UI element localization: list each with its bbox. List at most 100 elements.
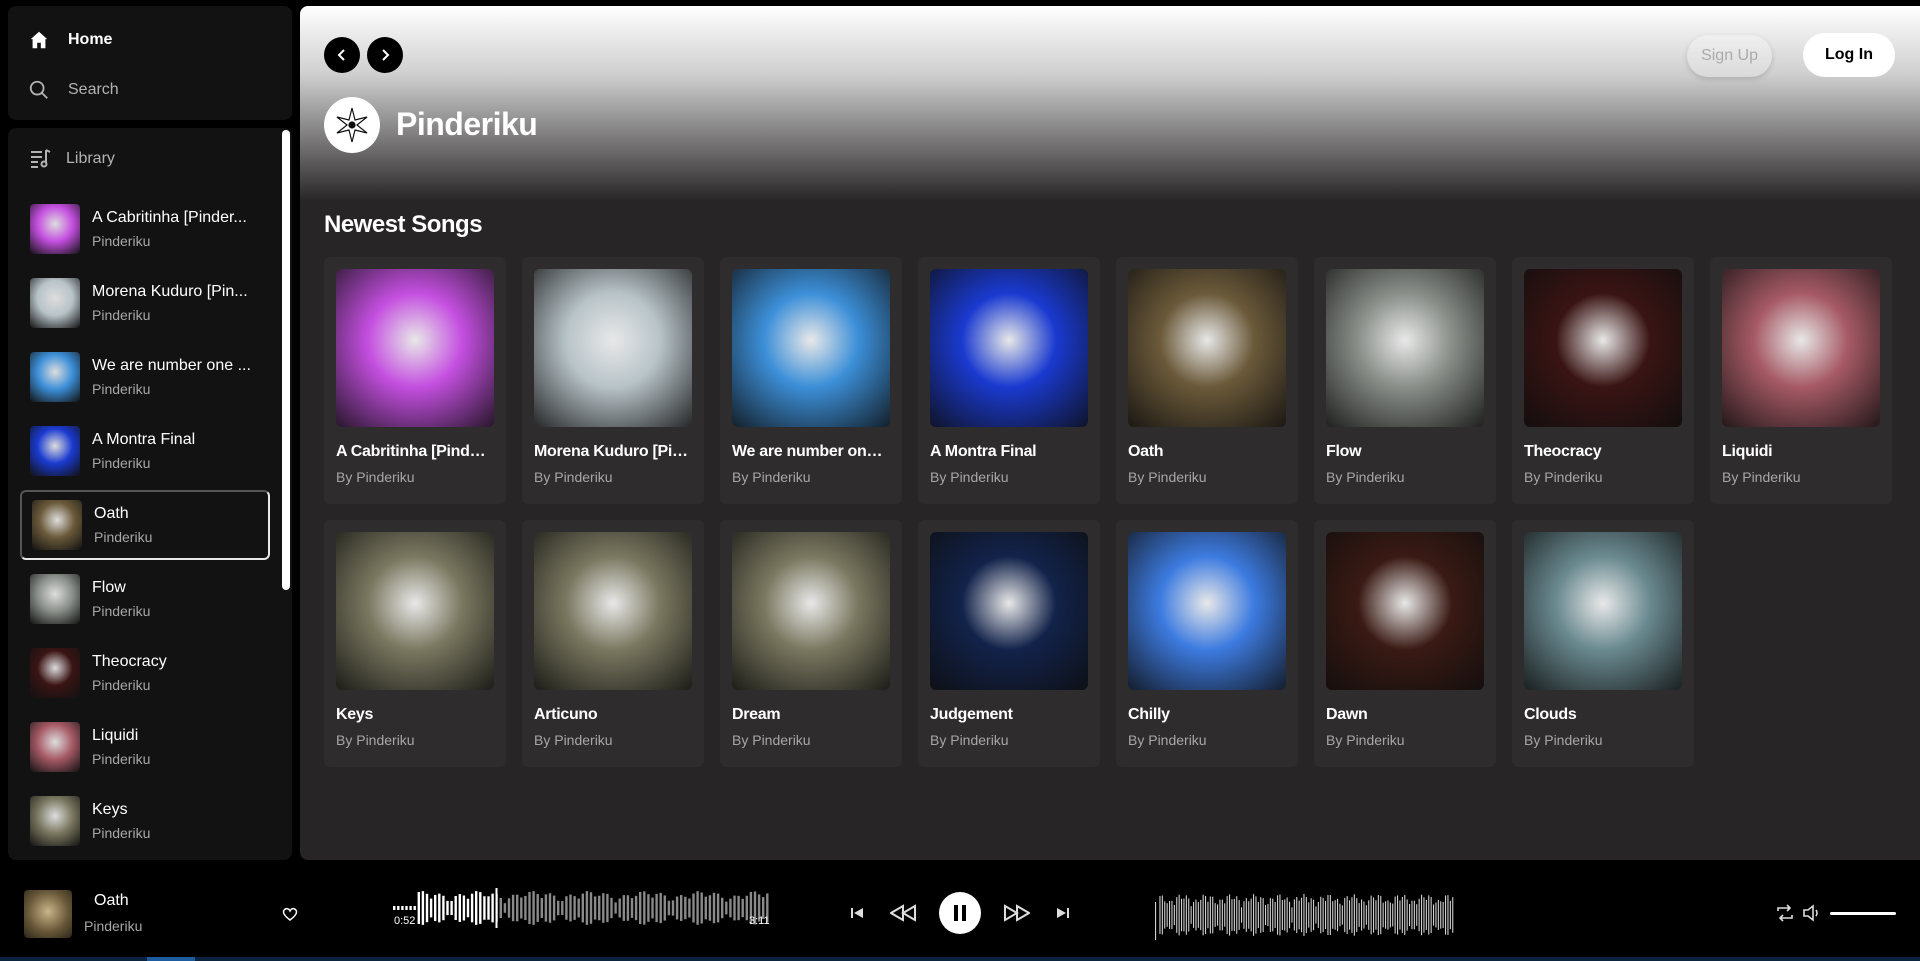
fast-forward-button[interactable] xyxy=(1003,900,1031,926)
back-button[interactable] xyxy=(324,37,360,73)
waveform-bar xyxy=(434,894,437,922)
waveform-bar xyxy=(573,896,576,920)
visualizer-bar xyxy=(1430,897,1432,933)
visualizer-bar xyxy=(1277,895,1279,935)
song-card[interactable]: Articuno By Pinderiku xyxy=(522,520,704,767)
waveform-bar xyxy=(528,891,531,925)
waveform-bar xyxy=(413,906,416,910)
rewind-button[interactable] xyxy=(889,900,917,926)
skip-end-button[interactable] xyxy=(1055,900,1071,926)
nav-home[interactable]: Home xyxy=(28,24,272,56)
waveform-bar xyxy=(622,895,625,921)
song-card-artist: By Pinderiku xyxy=(534,469,613,485)
song-card-artist: By Pinderiku xyxy=(1326,732,1405,748)
waveform-bar xyxy=(708,895,712,921)
waveform-scrubber[interactable] xyxy=(393,888,771,930)
library-item-art xyxy=(30,426,80,476)
nav-search[interactable]: Search xyxy=(28,74,272,106)
library-item[interactable]: Morena Kuduro [Pin... Pinderiku xyxy=(20,268,270,338)
waveform-bar xyxy=(729,898,732,918)
song-card[interactable]: Dawn By Pinderiku xyxy=(1314,520,1496,767)
waveform-bar xyxy=(651,897,654,919)
visualizer-bar xyxy=(1274,901,1276,929)
song-card[interactable]: We are number one ... By Pinderiku xyxy=(720,257,902,504)
visualizer-bar xyxy=(1205,896,1207,934)
song-card[interactable]: Keys By Pinderiku xyxy=(324,520,506,767)
library-item-artist: Pinderiku xyxy=(92,381,151,397)
library-item[interactable]: Theocracy Pinderiku xyxy=(20,638,270,708)
song-card[interactable]: Clouds By Pinderiku xyxy=(1512,520,1694,767)
waveform-bar xyxy=(667,900,671,916)
song-card[interactable]: Chilly By Pinderiku xyxy=(1116,520,1298,767)
song-card-art xyxy=(1524,269,1682,427)
visualizer-bar xyxy=(1291,907,1293,923)
visualizer-bar xyxy=(1413,900,1415,930)
song-card-title: We are number one ... xyxy=(732,443,890,460)
visualizer-bar xyxy=(1313,899,1315,931)
visualizer-bar xyxy=(1373,897,1375,933)
library-scrollbar[interactable] xyxy=(282,130,290,590)
visualizer-bar xyxy=(1265,905,1267,925)
library-item-title: Theocracy xyxy=(92,653,167,670)
pause-button[interactable] xyxy=(939,892,981,934)
library-item-art xyxy=(30,352,80,402)
song-card[interactable]: Judgement By Pinderiku xyxy=(918,520,1100,767)
song-card-title: A Montra Final xyxy=(930,443,1037,460)
now-playing-artist[interactable]: Pinderiku xyxy=(84,918,142,934)
visualizer-bar xyxy=(1200,899,1202,931)
song-card[interactable]: A Cabritinha [Pinder... By Pinderiku xyxy=(324,257,506,504)
visualizer-bar xyxy=(1397,895,1399,935)
now-playing-title[interactable]: Oath xyxy=(94,892,129,910)
volume-slider[interactable] xyxy=(1830,912,1896,915)
library-header[interactable]: Library xyxy=(8,128,292,190)
song-card[interactable]: Liquidi By Pinderiku xyxy=(1710,257,1892,504)
waveform-bar xyxy=(639,891,642,925)
song-card-art xyxy=(732,532,890,690)
library-item[interactable]: A Cabritinha [Pinder... Pinderiku xyxy=(20,194,270,264)
skip-start-button[interactable] xyxy=(849,900,865,926)
waveform-bar xyxy=(721,897,724,919)
song-card-artist: By Pinderiku xyxy=(1326,469,1405,485)
library-item[interactable]: Liquidi Pinderiku xyxy=(20,712,270,782)
waveform-bar xyxy=(438,893,441,923)
song-card[interactable]: Morena Kuduro [Pin... By Pinderiku xyxy=(522,257,704,504)
library-item[interactable]: Flow Pinderiku xyxy=(20,564,270,634)
song-card-art xyxy=(930,269,1088,427)
visualizer-bar xyxy=(1286,897,1288,933)
library-item-artist: Pinderiku xyxy=(92,603,151,619)
visualizer-bar xyxy=(1449,900,1451,930)
library-item[interactable]: We are number one ... Pinderiku xyxy=(20,342,270,412)
library-item[interactable]: Oath Pinderiku xyxy=(20,490,270,560)
visualizer-bar xyxy=(1358,903,1360,927)
artist-name: Pinderiku xyxy=(396,106,538,142)
visualizer-bar xyxy=(1190,906,1192,924)
waveform-bar xyxy=(479,892,482,924)
waveform-bar xyxy=(725,901,728,915)
artist-logo xyxy=(324,97,380,153)
song-card-art xyxy=(1128,269,1286,427)
song-card[interactable]: Dream By Pinderiku xyxy=(720,520,902,767)
signup-button[interactable]: Sign Up xyxy=(1687,35,1772,77)
playhead[interactable] xyxy=(495,888,498,928)
heart-icon[interactable] xyxy=(281,905,299,923)
volume-icon[interactable] xyxy=(1802,904,1822,922)
song-card-title: Keys xyxy=(336,706,374,723)
visualizer-bar xyxy=(1353,894,1355,936)
song-card[interactable]: Theocracy By Pinderiku xyxy=(1512,257,1694,504)
header-gradient xyxy=(300,6,1920,201)
login-button[interactable]: Log In xyxy=(1803,33,1895,77)
visualizer-bar xyxy=(1416,904,1418,926)
forward-button[interactable] xyxy=(367,37,403,73)
star-logo-icon xyxy=(336,107,368,143)
visualizer-bar xyxy=(1183,898,1185,932)
library-item[interactable]: A Montra Final Pinderiku xyxy=(20,416,270,486)
visualizer-bar xyxy=(1155,902,1157,940)
visualizer-bar xyxy=(1209,896,1211,934)
waveform-bar xyxy=(614,902,617,914)
song-card[interactable]: A Montra Final By Pinderiku xyxy=(918,257,1100,504)
library-item[interactable]: Keys Pinderiku xyxy=(20,786,270,856)
visualizer-bar xyxy=(1377,895,1379,935)
repeat-icon[interactable] xyxy=(1775,904,1795,922)
song-card[interactable]: Flow By Pinderiku xyxy=(1314,257,1496,504)
song-card[interactable]: Oath By Pinderiku xyxy=(1116,257,1298,504)
